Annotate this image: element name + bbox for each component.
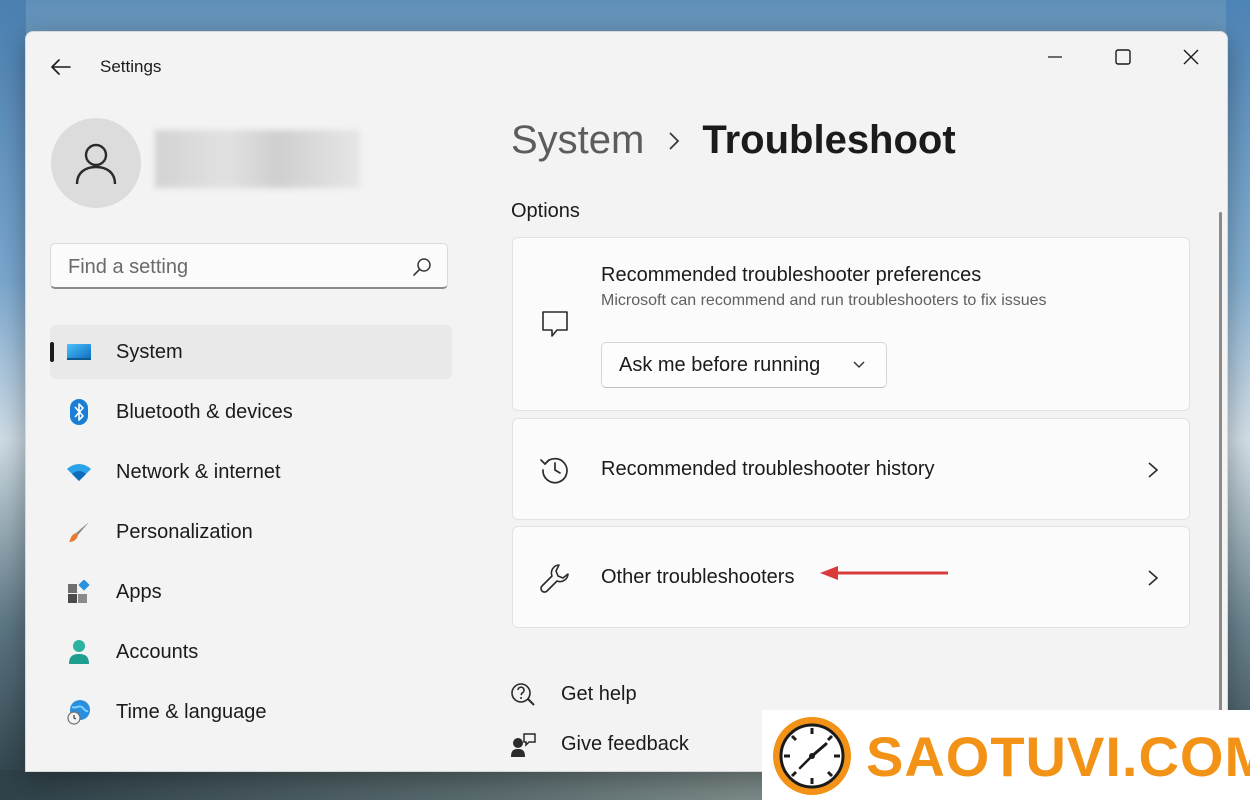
sidebar-item-label: Accounts xyxy=(116,641,199,663)
sidebar-item-network[interactable]: Network & internet xyxy=(50,445,452,499)
link-label: Get help xyxy=(561,683,637,705)
sidebar-item-label: Apps xyxy=(116,581,162,603)
chat-bubble-icon xyxy=(539,308,571,340)
sidebar-item-label: Bluetooth & devices xyxy=(116,401,293,423)
troubleshooter-history-card[interactable]: Recommended troubleshooter history xyxy=(512,418,1190,520)
breadcrumb: System Troubleshoot xyxy=(511,118,956,165)
sidebar-item-system[interactable]: System xyxy=(50,325,452,379)
sidebar-item-apps[interactable]: Apps xyxy=(50,565,452,619)
card-subtitle: Microsoft can recommend and run troubles… xyxy=(601,292,1047,309)
sidebar-item-personalization[interactable]: Personalization xyxy=(50,505,452,559)
close-button[interactable] xyxy=(1168,42,1214,72)
history-icon xyxy=(539,454,571,486)
wifi-icon xyxy=(66,459,92,485)
search-input[interactable] xyxy=(66,252,400,282)
scrollbar[interactable] xyxy=(1219,212,1222,757)
sidebar-item-accounts[interactable]: Accounts xyxy=(50,625,452,679)
breadcrumb-parent-link[interactable]: System xyxy=(511,118,644,162)
desktop-wallpaper-left xyxy=(0,0,26,800)
card-title: Other troubleshooters xyxy=(601,566,795,588)
sidebar-item-label: Time & language xyxy=(116,701,267,723)
avatar[interactable] xyxy=(51,118,141,208)
chevron-right-icon xyxy=(1148,462,1159,478)
minimize-button[interactable] xyxy=(1032,42,1078,72)
minimize-icon xyxy=(1048,56,1062,58)
clock-logo-icon xyxy=(773,717,851,795)
watermark-text: SAOTUVI.COM xyxy=(866,725,1250,788)
card-title: Recommended troubleshooter preferences xyxy=(601,264,982,286)
sidebar-item-label: Personalization xyxy=(116,521,253,543)
feedback-icon xyxy=(509,731,537,759)
dropdown-selected-value: Ask me before running xyxy=(619,354,821,376)
search-icon[interactable] xyxy=(412,257,432,277)
help-chat-icon xyxy=(509,681,537,709)
back-arrow-icon xyxy=(51,59,71,75)
section-title: Options xyxy=(511,200,580,222)
monitor-icon xyxy=(66,339,92,365)
troubleshooter-preferences-card: Recommended troubleshooter preferences M… xyxy=(512,237,1190,411)
wrench-icon xyxy=(539,562,571,594)
chevron-down-icon xyxy=(853,361,865,369)
troubleshooter-preference-dropdown[interactable]: Ask me before running xyxy=(601,342,887,388)
chevron-right-icon xyxy=(1148,570,1159,586)
person-icon xyxy=(75,143,117,185)
chevron-right-icon xyxy=(668,116,680,161)
globe-clock-icon xyxy=(66,699,92,725)
annotation-arrow xyxy=(820,566,948,580)
page-title: Troubleshoot xyxy=(702,118,956,162)
card-title: Recommended troubleshooter history xyxy=(601,458,935,480)
close-icon xyxy=(1183,49,1199,65)
desktop-wallpaper-right xyxy=(1226,0,1250,800)
watermark: SAOTUVI.COM xyxy=(762,710,1250,800)
maximize-icon xyxy=(1115,49,1131,65)
other-troubleshooters-card[interactable]: Other troubleshooters xyxy=(512,526,1190,628)
apps-icon xyxy=(66,579,92,605)
sidebar-item-label: System xyxy=(116,341,183,363)
sidebar-item-bluetooth[interactable]: Bluetooth & devices xyxy=(50,385,452,439)
search-box[interactable] xyxy=(50,243,448,289)
sidebar-nav: System Bluetooth & devices Network & int… xyxy=(50,325,452,745)
link-label: Give feedback xyxy=(561,733,689,755)
settings-window: Settings Find a setting System Bluetooth… xyxy=(25,31,1228,772)
back-button[interactable] xyxy=(46,52,76,82)
sidebar-item-time-language[interactable]: Time & language xyxy=(50,685,452,739)
person-icon xyxy=(66,639,92,665)
brush-icon xyxy=(66,519,92,545)
sidebar-item-label: Network & internet xyxy=(116,461,281,483)
active-indicator xyxy=(50,342,54,362)
bluetooth-icon xyxy=(66,399,92,425)
maximize-button[interactable] xyxy=(1100,42,1146,72)
profile-name-redacted xyxy=(155,130,360,188)
app-title: Settings xyxy=(100,57,162,76)
